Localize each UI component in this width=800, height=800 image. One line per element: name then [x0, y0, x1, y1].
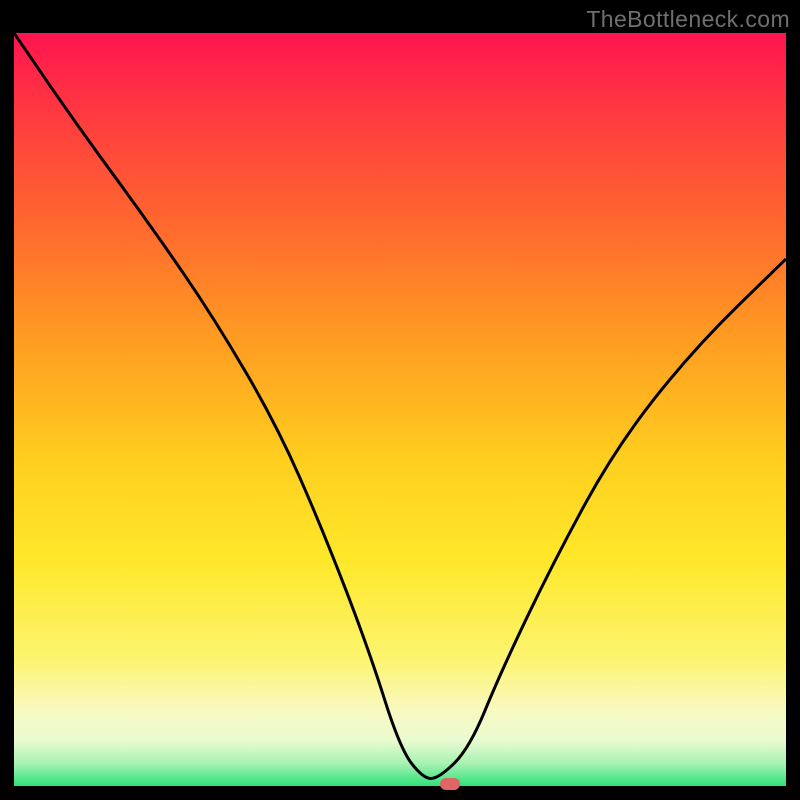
curve-path: [14, 33, 786, 778]
chart-area: [14, 33, 786, 786]
watermark-text: TheBottleneck.com: [586, 6, 790, 33]
optimal-point-marker: [440, 778, 460, 790]
bottleneck-curve: [14, 33, 786, 786]
